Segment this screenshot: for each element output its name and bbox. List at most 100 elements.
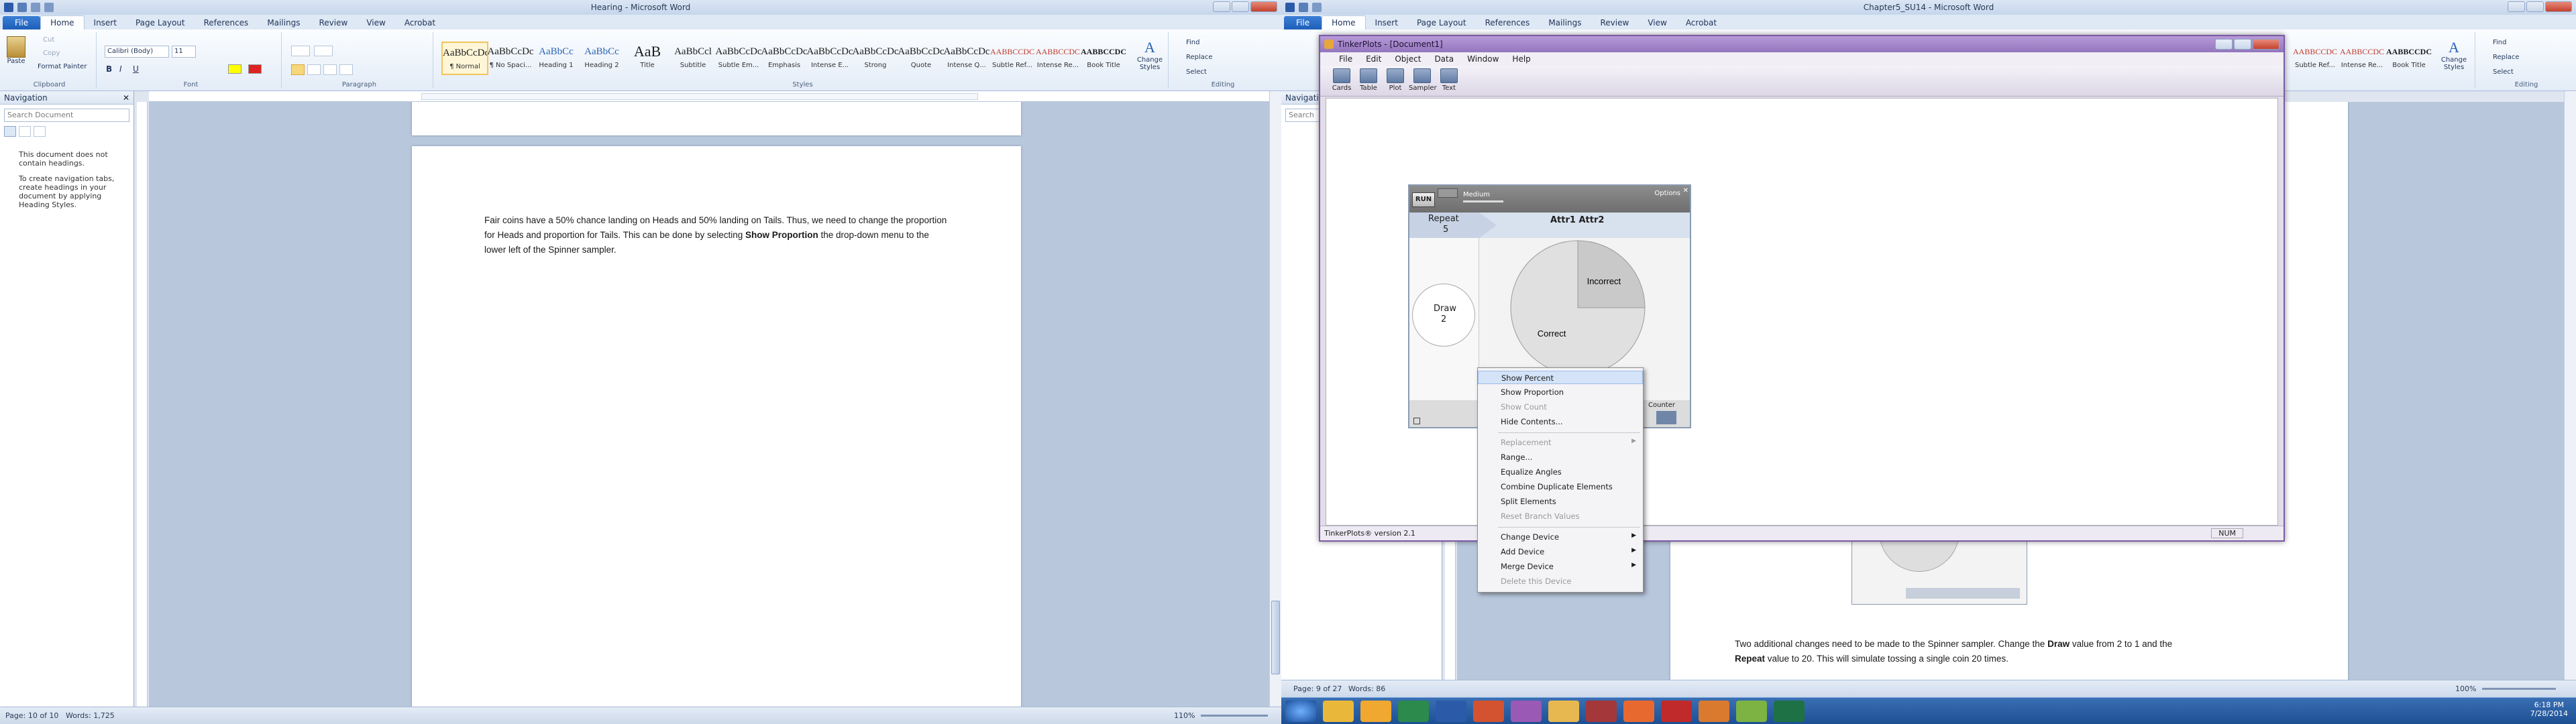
style-item[interactable]: AaBbCcDc Strong	[852, 42, 899, 75]
font-color-button[interactable]	[248, 64, 262, 74]
tab-page-layout-right[interactable]: Page Layout	[1407, 16, 1476, 29]
style-item[interactable]: AABBCCDC Book Title	[1080, 42, 1127, 75]
underline-button[interactable]: U	[133, 64, 139, 74]
find-button-right[interactable]: Find	[2493, 39, 2507, 46]
menu-item-add-device[interactable]: Add Device ▶	[1478, 545, 1643, 558]
menu-edit[interactable]: Edit	[1359, 52, 1388, 66]
menu-item-show-percent[interactable]: Show Percent	[1478, 371, 1643, 384]
plot-tool-button[interactable]: Plot	[1382, 68, 1409, 94]
close-button-right[interactable]	[2545, 1, 2572, 12]
style-item[interactable]: AaBbCcDc Intense Q...	[943, 42, 990, 75]
minimize-button-right[interactable]	[2508, 1, 2525, 12]
menu-data[interactable]: Data	[1428, 52, 1460, 66]
lock-icon[interactable]	[1413, 418, 1420, 424]
style-item[interactable]: AABBCCDC Subtle Ref...	[989, 42, 1036, 75]
menu-item-change-device[interactable]: Change Device ▶	[1478, 530, 1643, 544]
tab-review-right[interactable]: Review	[1591, 16, 1639, 29]
style-item[interactable]: AaBbCcDc ¶ Normal	[441, 42, 488, 75]
tab-references[interactable]: References	[195, 16, 258, 29]
paste-button[interactable]: Paste	[7, 36, 25, 65]
taskbar-chrome-icon[interactable]	[1323, 701, 1354, 722]
style-item[interactable]: AaBbCcl Subtitle	[669, 42, 716, 75]
page-count[interactable]: Page: 10 of 10	[5, 711, 58, 720]
taskbar-tinkerplots-icon[interactable]	[1511, 701, 1542, 722]
menu-file[interactable]: File	[1332, 52, 1359, 66]
taskbar-powerpoint-icon[interactable]	[1473, 701, 1504, 722]
style-item[interactable]: AaB Title	[624, 42, 671, 75]
navigation-close-icon[interactable]: ✕	[123, 93, 129, 103]
speed-slider[interactable]	[1463, 200, 1503, 202]
search-document-input[interactable]: Search Document	[4, 109, 129, 122]
tab-file-right[interactable]: File	[1284, 16, 1322, 29]
taskbar-word-icon[interactable]	[1436, 701, 1466, 722]
tp-close-button[interactable]	[2253, 39, 2279, 50]
vertical-scrollbar-right[interactable]	[2564, 91, 2576, 707]
maximize-button[interactable]	[1232, 1, 1249, 12]
sampler-tool-button[interactable]: Sampler	[1409, 68, 1437, 94]
taskbar-acrobat-icon[interactable]	[1661, 701, 1692, 722]
menu-object[interactable]: Object	[1388, 52, 1428, 66]
tab-insert[interactable]: Insert	[85, 16, 126, 29]
table-tool-button[interactable]: Table	[1355, 68, 1382, 94]
tab-page-layout[interactable]: Page Layout	[126, 16, 195, 29]
page-current[interactable]: Fair coins have a 50% chance landing on …	[412, 146, 1021, 707]
style-item-right[interactable]: AABBCCDC Subtle Ref...	[2292, 42, 2339, 75]
highlight-color-button[interactable]	[228, 64, 241, 74]
copy-button[interactable]: Copy	[43, 50, 60, 57]
style-item[interactable]: AaBbCc Heading 1	[533, 42, 580, 75]
style-item[interactable]: AaBbCcDc Emphasis	[761, 42, 808, 75]
cut-button[interactable]: Cut	[43, 36, 54, 44]
text-tool-button[interactable]: Text	[1436, 68, 1462, 94]
style-item-right[interactable]: AABBCCDC Intense Re...	[2339, 42, 2385, 75]
select-button-right[interactable]: Select	[2493, 68, 2514, 76]
attribute-title[interactable]: Attr1 Attr2	[1550, 215, 1604, 225]
sampler-close-icon[interactable]: ✕	[1683, 187, 1688, 194]
draw-value[interactable]: 2	[1441, 314, 1446, 324]
tab-view-right[interactable]: View	[1638, 16, 1676, 29]
font-size-select[interactable]: 11	[172, 46, 196, 58]
align-left-button[interactable]	[291, 64, 305, 75]
style-item[interactable]: AaBbCcDc Quote	[898, 42, 945, 75]
select-button[interactable]: Select	[1186, 68, 1207, 76]
word-count-right[interactable]: Words: 86	[1348, 684, 1385, 693]
align-center-button[interactable]	[307, 64, 321, 75]
counter-device-icon[interactable]	[1656, 411, 1676, 424]
tp-minimize-button[interactable]	[2215, 39, 2233, 50]
taskbar-firefox-icon[interactable]	[1623, 701, 1654, 722]
menu-item-equalize-angles[interactable]: Equalize Angles	[1478, 465, 1643, 479]
word-count[interactable]: Words: 1,725	[66, 711, 115, 720]
style-item[interactable]: AaBbCcDc Intense E...	[806, 42, 853, 75]
tab-mailings-right[interactable]: Mailings	[1539, 16, 1591, 29]
find-button[interactable]: Find	[1186, 39, 1200, 46]
minimize-button[interactable]	[1213, 1, 1230, 12]
tab-view[interactable]: View	[357, 16, 394, 29]
tab-mailings[interactable]: Mailings	[258, 16, 309, 29]
browse-pages-tab[interactable]	[19, 126, 31, 137]
spinner-pie[interactable]: Incorrect Correct	[1510, 240, 1646, 375]
replace-button[interactable]: Replace	[1186, 54, 1213, 61]
tab-acrobat[interactable]: Acrobat	[395, 16, 445, 29]
replace-button-right[interactable]: Replace	[2493, 54, 2520, 61]
browse-results-tab[interactable]	[34, 126, 46, 137]
taskbar-excel-icon[interactable]	[1398, 701, 1429, 722]
tab-file[interactable]: File	[3, 16, 41, 29]
style-item[interactable]: AABBCCDC Intense Re...	[1034, 42, 1081, 75]
bullets-button[interactable]	[291, 46, 310, 56]
maximize-button-right[interactable]	[2526, 1, 2544, 12]
taskbar-explorer-icon[interactable]	[1548, 701, 1579, 722]
menu-item-show-proportion[interactable]: Show Proportion	[1478, 385, 1643, 399]
menu-item-split-elements[interactable]: Split Elements	[1478, 495, 1643, 508]
change-styles-button[interactable]: A Change Styles	[1134, 39, 1166, 71]
tab-review[interactable]: Review	[310, 16, 358, 29]
align-right-button[interactable]	[323, 64, 337, 75]
tab-home-right[interactable]: Home	[1322, 15, 1366, 29]
tinkerplots-canvas[interactable]: RUN Medium Options ✕ Attr1 Attr2 Repeat …	[1326, 98, 2278, 526]
spinner-slice-incorrect[interactable]	[1577, 240, 1646, 308]
zoom-slider-right[interactable]	[2482, 688, 2556, 690]
menu-item-range[interactable]: Range...	[1478, 450, 1643, 464]
taskbar-clock[interactable]: 6:18 PM 7/28/2014	[2530, 701, 2568, 718]
taskbar-access-icon[interactable]	[1586, 701, 1617, 722]
style-item[interactable]: AaBbCcDc Subtle Em...	[715, 42, 762, 75]
menu-item-merge-device[interactable]: Merge Device ▶	[1478, 560, 1643, 573]
tp-maximize-button[interactable]	[2234, 39, 2251, 50]
